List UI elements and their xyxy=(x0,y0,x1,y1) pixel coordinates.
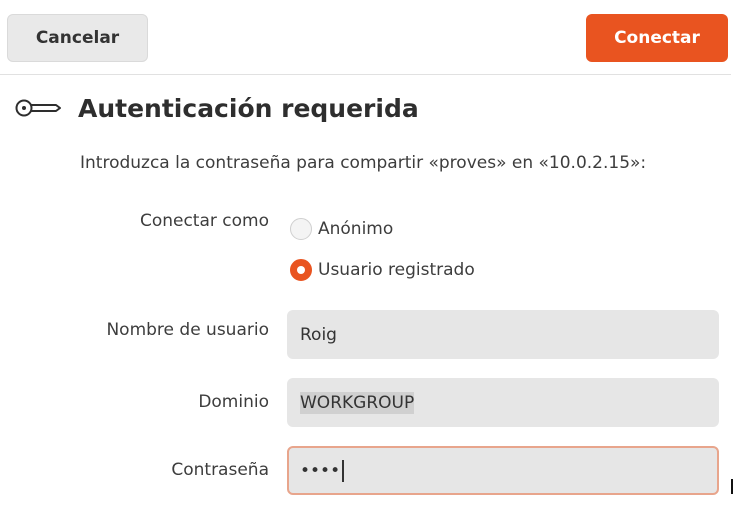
key-icon xyxy=(12,96,68,120)
connect-to-server-dialog: Cancelar Conectar Autenticación requerid… xyxy=(0,0,739,520)
radio-anonymous[interactable]: Anónimo xyxy=(290,215,393,243)
dialog-title-row: Autenticación requerida xyxy=(12,88,419,128)
dialog-description: Introduzca la contraseña para compartir … xyxy=(80,153,647,173)
dialog-title: Autenticación requerida xyxy=(78,93,419,123)
radio-registered-user-label[interactable]: Usuario registrado xyxy=(318,260,475,280)
password-label: Contraseña xyxy=(171,460,269,480)
password-field[interactable]: •••• xyxy=(287,446,719,495)
radio-anonymous-label[interactable]: Anónimo xyxy=(318,219,393,239)
radio-button-unchecked[interactable] xyxy=(290,218,312,240)
cancel-button[interactable]: Cancelar xyxy=(7,14,148,62)
username-label: Nombre de usuario xyxy=(106,320,269,340)
domain-value: WORKGROUP xyxy=(300,391,415,414)
connect-button[interactable]: Conectar xyxy=(586,14,728,62)
connect-as-label: Conectar como xyxy=(139,211,269,231)
domain-field[interactable]: WORKGROUP xyxy=(287,378,719,427)
username-value: Roig xyxy=(300,324,337,345)
radio-registered-user[interactable]: Usuario registrado xyxy=(290,256,475,284)
domain-label: Dominio xyxy=(198,392,269,412)
username-field[interactable]: Roig xyxy=(287,310,719,359)
dialog-headerbar: Cancelar Conectar xyxy=(0,0,731,75)
text-caret xyxy=(342,459,345,482)
mouse-cursor-icon xyxy=(731,479,733,494)
password-value: •••• xyxy=(300,460,341,481)
radio-button-checked[interactable] xyxy=(290,259,312,281)
